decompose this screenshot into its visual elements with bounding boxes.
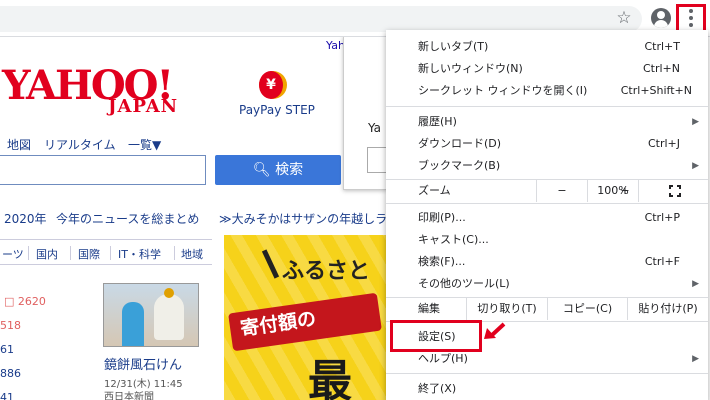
profile-avatar[interactable] xyxy=(651,8,671,28)
menu-print[interactable]: 印刷(P)... Ctrl+P xyxy=(386,207,708,229)
address-bar[interactable] xyxy=(0,6,642,32)
ad-big-text: 最 xyxy=(308,356,352,400)
zoom-label: ズーム xyxy=(418,184,451,197)
popup-text: Ya xyxy=(368,121,382,135)
copy-button[interactable]: コピー(C) xyxy=(548,298,628,320)
highlight-settings xyxy=(390,320,482,352)
menu-more-tools[interactable]: その他のツール(L) ▶ xyxy=(386,273,708,295)
cut-button[interactable]: 切り取り(T) xyxy=(466,298,548,320)
submenu-arrow-icon: ▶ xyxy=(692,161,699,171)
menu-history[interactable]: 履歴(H) ▶ xyxy=(386,111,708,133)
furusato-ad-banner[interactable]: ふるさと 寄付額の 最 xyxy=(224,235,386,400)
menu-exit[interactable]: 終了(X) xyxy=(386,378,708,400)
tab-it-science[interactable]: IT・科学 xyxy=(118,246,161,262)
search-icon: 🔍︎ xyxy=(252,162,271,178)
edit-label: 編集 xyxy=(418,302,440,315)
tab-sports[interactable]: ーツ xyxy=(2,246,24,262)
menu-downloads[interactable]: ダウンロード(D) Ctrl+J xyxy=(386,133,708,155)
menu-zoom-row: ズーム − 100% + xyxy=(386,180,708,202)
news-tabs: ーツ 国内 国際 IT・科学 地域 xyxy=(0,239,212,265)
menu-find[interactable]: 検索(F)... Ctrl+F xyxy=(386,251,708,273)
menu-bookmarks[interactable]: ブックマーク(B) ▶ xyxy=(386,155,708,177)
menu-cast[interactable]: キャスト(C)... xyxy=(386,229,708,251)
submenu-arrow-icon: ▶ xyxy=(692,354,699,364)
menu-new-window[interactable]: 新しいウィンドウ(N) Ctrl+N xyxy=(386,58,708,80)
submenu-arrow-icon: ▶ xyxy=(692,279,699,289)
article-source: 西日本新聞 xyxy=(104,392,154,400)
ad-headline: ふるさと xyxy=(282,259,371,284)
article-title[interactable]: 鏡餅風石けん xyxy=(104,354,182,373)
zoom-in-button[interactable]: + xyxy=(612,180,638,202)
nav-map[interactable]: 地図 xyxy=(7,136,31,153)
screen: Yah YAHOO! JAPAN ¥ PayPay STEP 地図 リアルタイム… xyxy=(0,0,710,400)
zoom-out-button[interactable]: − xyxy=(536,180,588,202)
comment-count: □ 2620 xyxy=(4,295,46,308)
arrow-to-settings xyxy=(484,322,506,339)
comment-count: 41 xyxy=(0,391,14,400)
tab-domestic[interactable]: 国内 xyxy=(36,246,58,262)
news-year[interactable]: 2020年 xyxy=(4,210,47,227)
paste-button[interactable]: 貼り付け(P) xyxy=(628,298,708,320)
comment-count: 518 xyxy=(0,319,21,332)
news-headline[interactable]: 今年のニュースを総まとめ xyxy=(56,210,199,227)
bookmark-star-icon[interactable]: ☆ xyxy=(614,8,634,28)
article-thumbnail[interactable] xyxy=(103,283,199,347)
paypay-icon[interactable]: ¥ xyxy=(259,71,287,99)
menu-new-tab[interactable]: 新しいタブ(T) Ctrl+T xyxy=(386,36,708,58)
nav-list[interactable]: 一覧▼ xyxy=(128,136,161,153)
search-button-label: 検索 xyxy=(275,162,304,178)
search-button[interactable]: 🔍︎ 検索 xyxy=(215,155,341,185)
menu-edit-row: 編集 切り取り(T) コピー(C) 貼り付け(P) xyxy=(386,298,708,320)
popup-input[interactable] xyxy=(367,147,387,173)
menu-incognito-window[interactable]: シークレット ウィンドウを開く(I) Ctrl+Shift+N xyxy=(386,80,708,102)
tab-world[interactable]: 国際 xyxy=(78,246,100,262)
comment-count: 886 xyxy=(0,367,21,380)
submenu-arrow-icon: ▶ xyxy=(692,117,699,127)
yahoo-logo-sub[interactable]: JAPAN xyxy=(108,96,178,117)
tab-local[interactable]: 地域 xyxy=(181,246,203,262)
comment-icon: □ xyxy=(4,295,15,308)
news-promo[interactable]: ≫大みそかはサザンの年越しラ xyxy=(219,210,387,227)
yen-icon: ¥ xyxy=(259,71,283,99)
fullscreen-icon[interactable] xyxy=(669,185,681,197)
nav-realtime[interactable]: リアルタイム xyxy=(44,136,116,153)
comment-count: 61 xyxy=(0,343,14,356)
paypay-step-link[interactable]: PayPay STEP xyxy=(239,103,315,117)
search-input[interactable] xyxy=(0,155,206,185)
